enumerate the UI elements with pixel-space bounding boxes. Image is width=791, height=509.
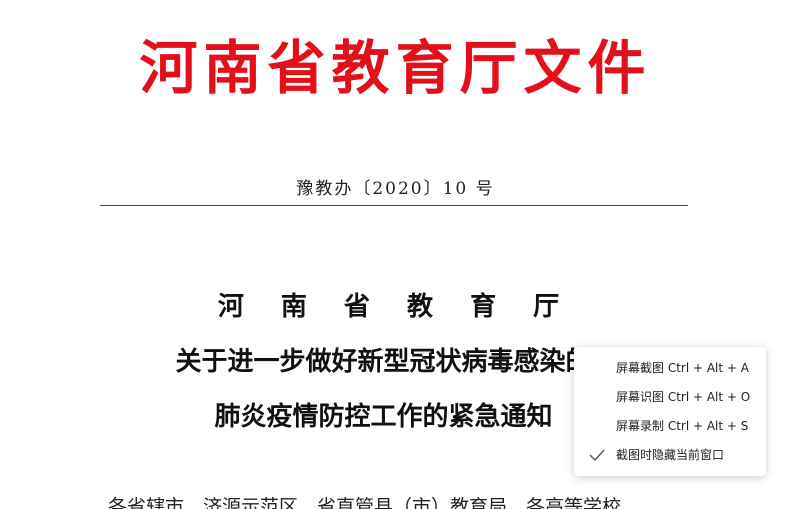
menu-item-label: 屏幕截图 Ctrl + Alt + A <box>616 361 749 375</box>
document-page: 河南省教育厅文件 豫教办〔2020〕10 号 河 南 省 教 育 厅 关于进一步… <box>0 0 791 509</box>
menu-item-hide-window-on-capture[interactable]: 截图时隐藏当前窗口 <box>574 441 766 470</box>
menu-item-screen-capture[interactable]: 屏幕截图 Ctrl + Alt + A <box>574 354 766 383</box>
menu-item-label: 截图时隐藏当前窗口 <box>616 448 725 462</box>
document-number: 豫教办〔2020〕10 号 <box>296 179 495 199</box>
notice-addressee: 各省辖市、济源示范区、省直管县（市）教育局，各高等学校 <box>108 496 622 509</box>
menu-item-screen-recognize[interactable]: 屏幕识图 Ctrl + Alt + O <box>574 383 766 412</box>
menu-item-label: 屏幕识图 Ctrl + Alt + O <box>616 390 751 404</box>
check-icon <box>587 441 607 470</box>
menu-item-screen-record[interactable]: 屏幕录制 Ctrl + Alt + S <box>574 412 766 441</box>
screenshot-context-menu: 屏幕截图 Ctrl + Alt + A 屏幕识图 Ctrl + Alt + O … <box>574 347 766 476</box>
menu-item-label: 屏幕录制 Ctrl + Alt + S <box>616 419 749 433</box>
document-header-title: 河南省教育厅文件 <box>139 34 652 102</box>
notice-title-line-1: 河 南 省 教 育 厅 <box>217 292 574 322</box>
header-divider <box>100 205 688 206</box>
